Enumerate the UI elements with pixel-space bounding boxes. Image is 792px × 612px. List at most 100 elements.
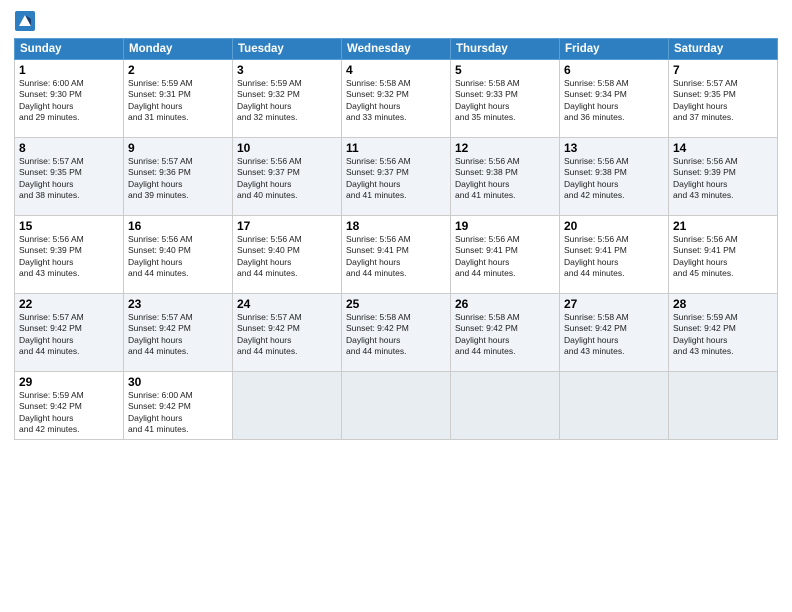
day-info: Sunrise: 5:56 AM Sunset: 9:41 PM Dayligh… — [346, 234, 446, 280]
day-info: Sunrise: 5:56 AM Sunset: 9:39 PM Dayligh… — [673, 156, 773, 202]
calendar-day-cell: 18 Sunrise: 5:56 AM Sunset: 9:41 PM Dayl… — [342, 216, 451, 294]
calendar-day-cell: 26 Sunrise: 5:58 AM Sunset: 9:42 PM Dayl… — [451, 294, 560, 372]
calendar-day-cell: 3 Sunrise: 5:59 AM Sunset: 9:32 PM Dayli… — [233, 60, 342, 138]
calendar-day-cell: 17 Sunrise: 5:56 AM Sunset: 9:40 PM Dayl… — [233, 216, 342, 294]
day-info: Sunrise: 5:59 AM Sunset: 9:42 PM Dayligh… — [673, 312, 773, 358]
day-info: Sunrise: 5:57 AM Sunset: 9:42 PM Dayligh… — [19, 312, 119, 358]
calendar-week-row: 29 Sunrise: 5:59 AM Sunset: 9:42 PM Dayl… — [15, 372, 778, 440]
calendar-col-header: Tuesday — [233, 39, 342, 60]
calendar-day-cell: 1 Sunrise: 6:00 AM Sunset: 9:30 PM Dayli… — [15, 60, 124, 138]
day-number: 4 — [346, 63, 446, 77]
calendar-header-row: SundayMondayTuesdayWednesdayThursdayFrid… — [15, 39, 778, 60]
day-number: 16 — [128, 219, 228, 233]
calendar-day-cell: 20 Sunrise: 5:56 AM Sunset: 9:41 PM Dayl… — [560, 216, 669, 294]
day-number: 8 — [19, 141, 119, 155]
calendar-day-cell: 12 Sunrise: 5:56 AM Sunset: 9:38 PM Dayl… — [451, 138, 560, 216]
calendar-day-cell: 2 Sunrise: 5:59 AM Sunset: 9:31 PM Dayli… — [124, 60, 233, 138]
day-number: 5 — [455, 63, 555, 77]
day-number: 2 — [128, 63, 228, 77]
day-number: 24 — [237, 297, 337, 311]
calendar-day-cell: 7 Sunrise: 5:57 AM Sunset: 9:35 PM Dayli… — [669, 60, 778, 138]
calendar-col-header: Monday — [124, 39, 233, 60]
day-number: 28 — [673, 297, 773, 311]
day-number: 10 — [237, 141, 337, 155]
calendar-day-cell: 6 Sunrise: 5:58 AM Sunset: 9:34 PM Dayli… — [560, 60, 669, 138]
day-info: Sunrise: 5:56 AM Sunset: 9:38 PM Dayligh… — [564, 156, 664, 202]
calendar-day-cell: 22 Sunrise: 5:57 AM Sunset: 9:42 PM Dayl… — [15, 294, 124, 372]
calendar-col-header: Friday — [560, 39, 669, 60]
day-number: 6 — [564, 63, 664, 77]
day-info: Sunrise: 5:57 AM Sunset: 9:35 PM Dayligh… — [673, 78, 773, 124]
day-number: 18 — [346, 219, 446, 233]
day-info: Sunrise: 5:56 AM Sunset: 9:40 PM Dayligh… — [237, 234, 337, 280]
calendar-col-header: Wednesday — [342, 39, 451, 60]
day-number: 13 — [564, 141, 664, 155]
page: SundayMondayTuesdayWednesdayThursdayFrid… — [0, 0, 792, 612]
calendar-day-cell: 15 Sunrise: 5:56 AM Sunset: 9:39 PM Dayl… — [15, 216, 124, 294]
day-number: 22 — [19, 297, 119, 311]
day-info: Sunrise: 5:57 AM Sunset: 9:42 PM Dayligh… — [128, 312, 228, 358]
day-info: Sunrise: 5:59 AM Sunset: 9:32 PM Dayligh… — [237, 78, 337, 124]
day-number: 27 — [564, 297, 664, 311]
logo — [14, 10, 38, 32]
calendar-day-cell: 24 Sunrise: 5:57 AM Sunset: 9:42 PM Dayl… — [233, 294, 342, 372]
day-info: Sunrise: 6:00 AM Sunset: 9:42 PM Dayligh… — [128, 390, 228, 436]
day-info: Sunrise: 5:56 AM Sunset: 9:41 PM Dayligh… — [455, 234, 555, 280]
calendar-week-row: 22 Sunrise: 5:57 AM Sunset: 9:42 PM Dayl… — [15, 294, 778, 372]
day-number: 21 — [673, 219, 773, 233]
calendar: SundayMondayTuesdayWednesdayThursdayFrid… — [14, 38, 778, 440]
calendar-week-row: 8 Sunrise: 5:57 AM Sunset: 9:35 PM Dayli… — [15, 138, 778, 216]
calendar-day-cell: 11 Sunrise: 5:56 AM Sunset: 9:37 PM Dayl… — [342, 138, 451, 216]
day-info: Sunrise: 5:57 AM Sunset: 9:42 PM Dayligh… — [237, 312, 337, 358]
day-info: Sunrise: 5:59 AM Sunset: 9:31 PM Dayligh… — [128, 78, 228, 124]
calendar-day-cell: 29 Sunrise: 5:59 AM Sunset: 9:42 PM Dayl… — [15, 372, 124, 440]
day-info: Sunrise: 5:56 AM Sunset: 9:40 PM Dayligh… — [128, 234, 228, 280]
day-info: Sunrise: 5:58 AM Sunset: 9:32 PM Dayligh… — [346, 78, 446, 124]
day-info: Sunrise: 5:58 AM Sunset: 9:33 PM Dayligh… — [455, 78, 555, 124]
day-info: Sunrise: 5:56 AM Sunset: 9:39 PM Dayligh… — [19, 234, 119, 280]
day-number: 17 — [237, 219, 337, 233]
day-info: Sunrise: 5:58 AM Sunset: 9:42 PM Dayligh… — [346, 312, 446, 358]
calendar-col-header: Saturday — [669, 39, 778, 60]
calendar-day-cell — [560, 372, 669, 440]
calendar-day-cell: 10 Sunrise: 5:56 AM Sunset: 9:37 PM Dayl… — [233, 138, 342, 216]
calendar-day-cell — [451, 372, 560, 440]
calendar-day-cell: 23 Sunrise: 5:57 AM Sunset: 9:42 PM Dayl… — [124, 294, 233, 372]
day-number: 26 — [455, 297, 555, 311]
calendar-week-row: 15 Sunrise: 5:56 AM Sunset: 9:39 PM Dayl… — [15, 216, 778, 294]
logo-icon — [14, 10, 36, 32]
day-number: 9 — [128, 141, 228, 155]
day-number: 11 — [346, 141, 446, 155]
calendar-day-cell: 14 Sunrise: 5:56 AM Sunset: 9:39 PM Dayl… — [669, 138, 778, 216]
day-info: Sunrise: 5:57 AM Sunset: 9:35 PM Dayligh… — [19, 156, 119, 202]
day-info: Sunrise: 5:56 AM Sunset: 9:41 PM Dayligh… — [673, 234, 773, 280]
day-number: 25 — [346, 297, 446, 311]
day-number: 29 — [19, 375, 119, 389]
calendar-day-cell: 13 Sunrise: 5:56 AM Sunset: 9:38 PM Dayl… — [560, 138, 669, 216]
day-number: 30 — [128, 375, 228, 389]
calendar-day-cell: 9 Sunrise: 5:57 AM Sunset: 9:36 PM Dayli… — [124, 138, 233, 216]
day-info: Sunrise: 5:58 AM Sunset: 9:34 PM Dayligh… — [564, 78, 664, 124]
day-info: Sunrise: 6:00 AM Sunset: 9:30 PM Dayligh… — [19, 78, 119, 124]
day-info: Sunrise: 5:58 AM Sunset: 9:42 PM Dayligh… — [564, 312, 664, 358]
day-number: 7 — [673, 63, 773, 77]
calendar-day-cell: 8 Sunrise: 5:57 AM Sunset: 9:35 PM Dayli… — [15, 138, 124, 216]
day-info: Sunrise: 5:56 AM Sunset: 9:41 PM Dayligh… — [564, 234, 664, 280]
calendar-day-cell: 28 Sunrise: 5:59 AM Sunset: 9:42 PM Dayl… — [669, 294, 778, 372]
calendar-day-cell: 30 Sunrise: 6:00 AM Sunset: 9:42 PM Dayl… — [124, 372, 233, 440]
day-number: 3 — [237, 63, 337, 77]
day-number: 20 — [564, 219, 664, 233]
day-info: Sunrise: 5:56 AM Sunset: 9:37 PM Dayligh… — [346, 156, 446, 202]
calendar-day-cell: 25 Sunrise: 5:58 AM Sunset: 9:42 PM Dayl… — [342, 294, 451, 372]
day-info: Sunrise: 5:59 AM Sunset: 9:42 PM Dayligh… — [19, 390, 119, 436]
day-info: Sunrise: 5:56 AM Sunset: 9:38 PM Dayligh… — [455, 156, 555, 202]
day-number: 19 — [455, 219, 555, 233]
day-number: 23 — [128, 297, 228, 311]
calendar-day-cell: 19 Sunrise: 5:56 AM Sunset: 9:41 PM Dayl… — [451, 216, 560, 294]
calendar-day-cell: 5 Sunrise: 5:58 AM Sunset: 9:33 PM Dayli… — [451, 60, 560, 138]
day-number: 1 — [19, 63, 119, 77]
calendar-day-cell — [233, 372, 342, 440]
calendar-day-cell: 21 Sunrise: 5:56 AM Sunset: 9:41 PM Dayl… — [669, 216, 778, 294]
day-info: Sunrise: 5:57 AM Sunset: 9:36 PM Dayligh… — [128, 156, 228, 202]
day-number: 12 — [455, 141, 555, 155]
